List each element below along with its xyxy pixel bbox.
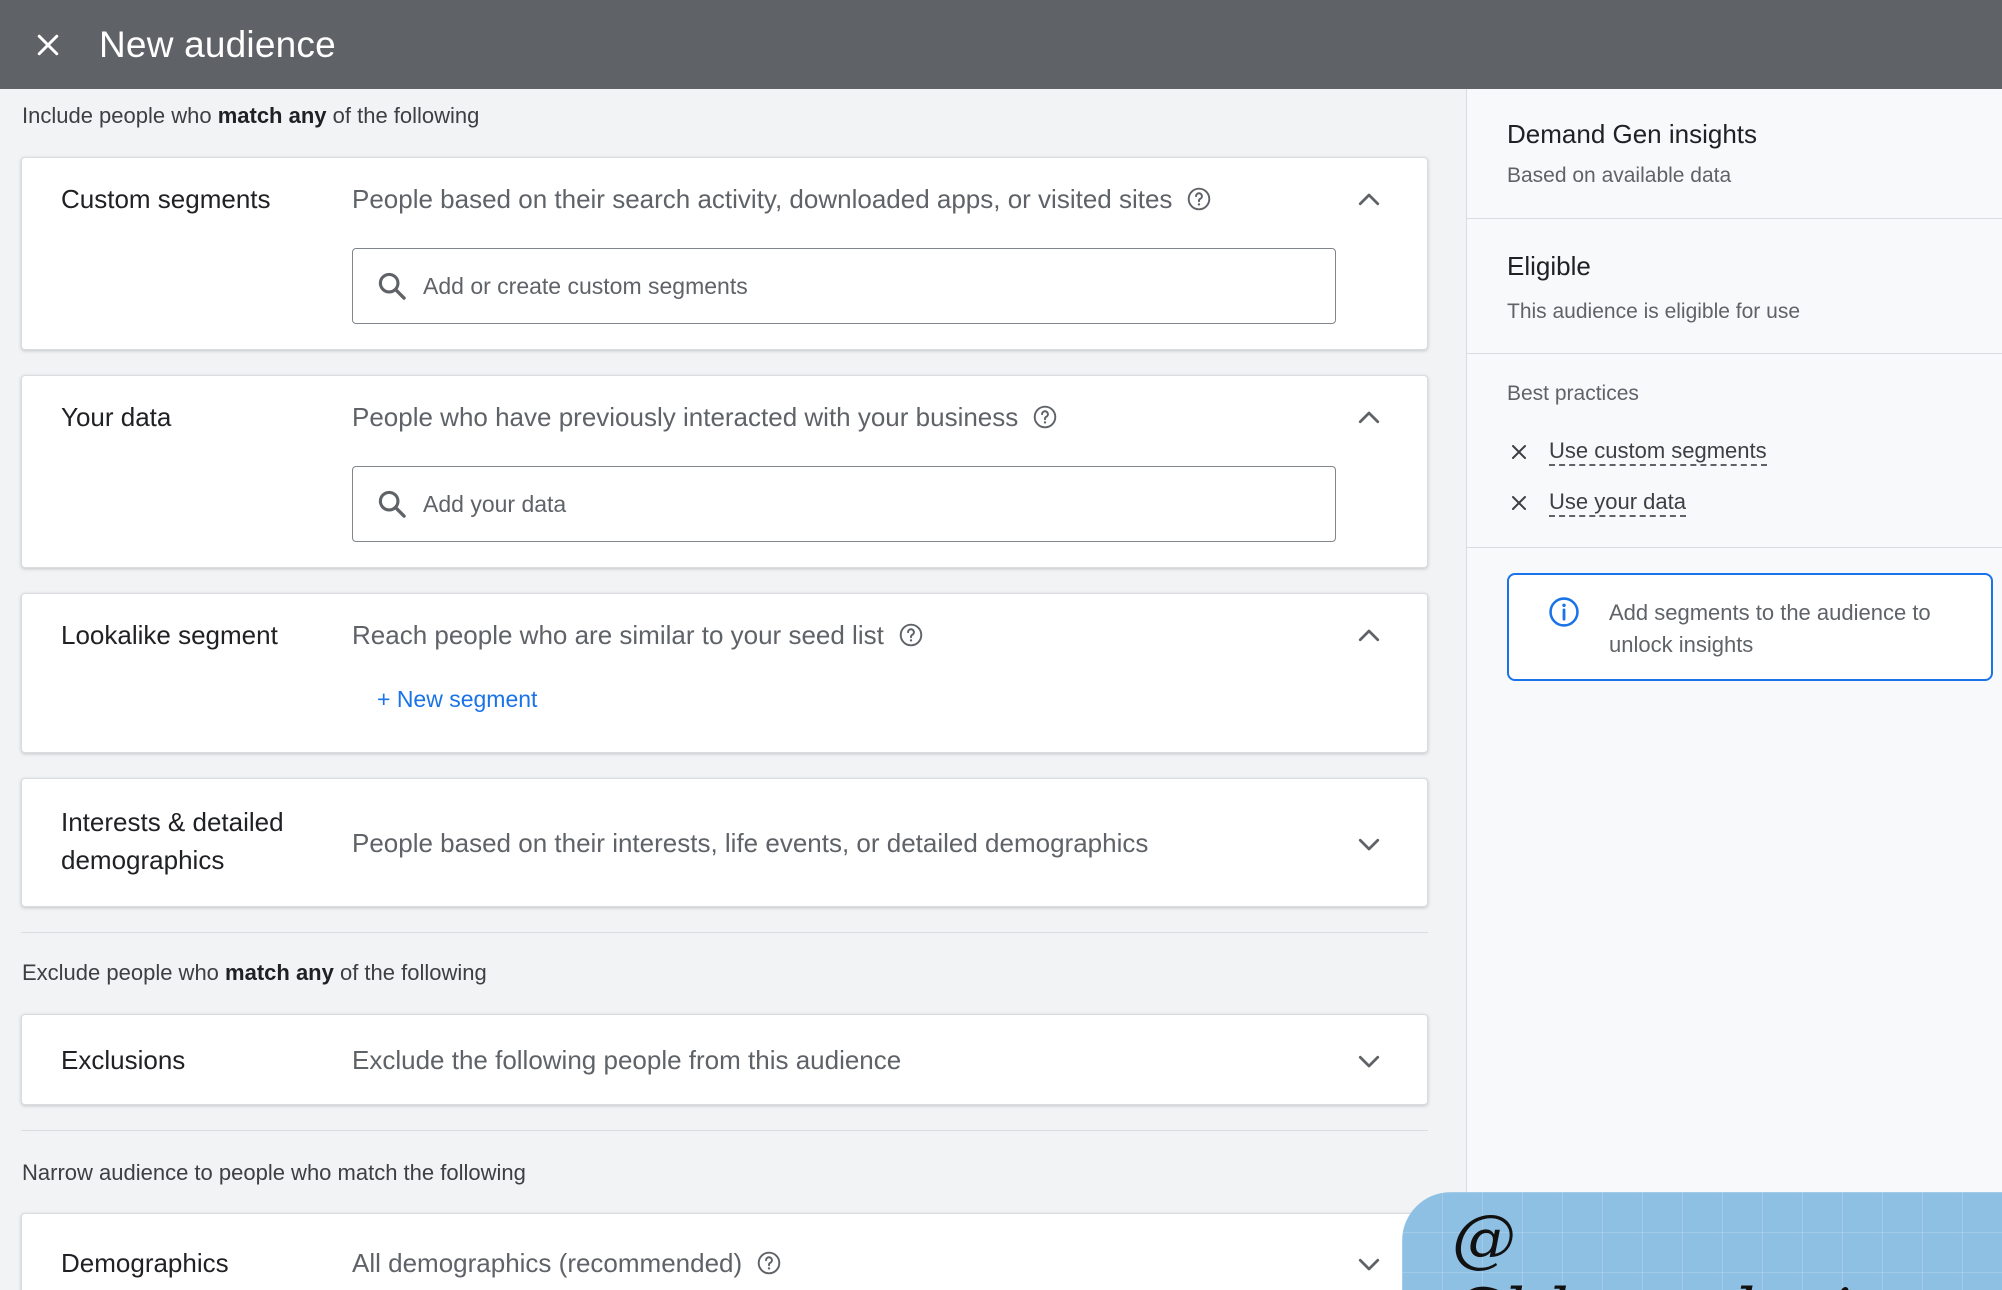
search-icon bbox=[375, 269, 409, 303]
side-divider bbox=[1467, 218, 2002, 219]
demographics-description-text: All demographics (recommended) bbox=[352, 1248, 743, 1278]
chevron-up-icon bbox=[1354, 403, 1384, 433]
search-icon bbox=[375, 487, 409, 521]
lookalike-segment-card: Lookalike segment Reach people who are s… bbox=[21, 593, 1428, 753]
lookalike-segment-description: Reach people who are similar to your see… bbox=[352, 616, 924, 654]
best-practice-item: Use your data bbox=[1507, 489, 1686, 517]
exclusions-description-text: Exclude the following people from this a… bbox=[352, 1045, 902, 1075]
chevron-down-icon bbox=[1354, 1249, 1384, 1279]
watermark: @ Chloevolution bbox=[1402, 1192, 2002, 1290]
your-data-search-input[interactable] bbox=[423, 490, 1303, 518]
custom-segments-search-input[interactable] bbox=[423, 272, 1303, 300]
exclusions-description: Exclude the following people from this a… bbox=[352, 1041, 901, 1079]
interests-description-text: People based on their interests, life ev… bbox=[352, 828, 1149, 858]
include-label-bold: match any bbox=[217, 103, 327, 128]
exclusions-title: Exclusions bbox=[61, 1045, 186, 1075]
include-label-prefix: Include people who bbox=[22, 103, 218, 128]
exclude-label-bold: match any bbox=[225, 960, 334, 985]
use-your-data-link[interactable]: Use your data bbox=[1549, 489, 1686, 517]
top-app-bar: New audience bbox=[0, 0, 2002, 89]
demographics-title: Demographics bbox=[61, 1248, 229, 1278]
your-data-description-text: People who have previously interacted wi… bbox=[352, 402, 1019, 432]
collapse-your-data-button[interactable] bbox=[1349, 398, 1389, 438]
interests-description: People based on their interests, life ev… bbox=[352, 824, 1148, 862]
page-title: New audience bbox=[99, 23, 336, 65]
insights-side-panel: Demand Gen insights Based on available d… bbox=[1466, 89, 2002, 1290]
your-data-card: Your data People who have previously int… bbox=[21, 375, 1428, 568]
interests-card[interactable]: Interests & detailed demographics People… bbox=[21, 778, 1428, 907]
lookalike-segment-title: Lookalike segment bbox=[61, 620, 278, 650]
custom-segments-description: People based on their search activity, d… bbox=[352, 180, 1212, 218]
exclude-label-prefix: Exclude people who bbox=[22, 960, 226, 985]
your-data-description: People who have previously interacted wi… bbox=[352, 398, 1058, 436]
x-icon bbox=[1507, 440, 1531, 464]
side-divider bbox=[1467, 353, 2002, 354]
info-icon bbox=[1547, 595, 1581, 629]
best-practice-item: Use custom segments bbox=[1507, 438, 1767, 466]
interests-title-line2: demographics bbox=[61, 845, 225, 875]
expand-exclusions-button[interactable] bbox=[1349, 1041, 1389, 1081]
collapse-lookalike-button[interactable] bbox=[1349, 616, 1389, 656]
include-label-suffix: of the following bbox=[326, 103, 480, 128]
chevron-down-icon bbox=[1354, 829, 1384, 859]
eligible-title: Eligible bbox=[1507, 251, 1591, 281]
exclude-section-label: Exclude people who match any of the foll… bbox=[22, 960, 487, 986]
custom-segments-search-field[interactable] bbox=[352, 248, 1336, 324]
expand-demographics-button[interactable] bbox=[1349, 1244, 1389, 1284]
lookalike-description-text: Reach people who are similar to your see… bbox=[352, 620, 884, 650]
help-icon[interactable] bbox=[898, 622, 924, 648]
insights-info-box: Add segments to the audience to unlock i… bbox=[1507, 573, 1993, 681]
exclude-label-suffix: of the following bbox=[333, 960, 487, 985]
close-icon bbox=[33, 30, 63, 60]
section-divider bbox=[21, 932, 1428, 933]
interests-title-line1: Interests & detailed bbox=[61, 807, 284, 837]
chevron-down-icon bbox=[1354, 1046, 1384, 1076]
custom-segments-card: Custom segments People based on their se… bbox=[21, 157, 1428, 350]
your-data-title: Your data bbox=[61, 402, 172, 432]
use-custom-segments-link[interactable]: Use custom segments bbox=[1549, 438, 1767, 466]
x-icon bbox=[1507, 491, 1531, 515]
demographics-description: All demographics (recommended) bbox=[352, 1244, 782, 1282]
help-icon[interactable] bbox=[1186, 186, 1212, 212]
close-button[interactable] bbox=[18, 15, 78, 75]
demographics-card[interactable]: Demographics All demographics (recommend… bbox=[21, 1213, 1428, 1290]
section-divider bbox=[21, 1130, 1428, 1131]
help-icon[interactable] bbox=[756, 1250, 782, 1276]
side-divider bbox=[1467, 547, 2002, 548]
custom-segments-description-text: People based on their search activity, d… bbox=[352, 184, 1173, 214]
help-icon[interactable] bbox=[1032, 404, 1058, 430]
audience-builder-main: Include people who match any of the foll… bbox=[0, 89, 1466, 1290]
expand-interests-button[interactable] bbox=[1349, 824, 1389, 864]
chevron-up-icon bbox=[1354, 621, 1384, 651]
collapse-custom-segments-button[interactable] bbox=[1349, 180, 1389, 220]
your-data-search-field[interactable] bbox=[352, 466, 1336, 542]
custom-segments-title: Custom segments bbox=[61, 184, 271, 214]
chevron-up-icon bbox=[1354, 185, 1384, 215]
insights-title: Demand Gen insights bbox=[1507, 119, 1758, 149]
include-section-label: Include people who match any of the foll… bbox=[22, 103, 479, 129]
best-practices-label: Best practices bbox=[1507, 382, 1639, 405]
narrow-section-label: Narrow audience to people who match the … bbox=[22, 1160, 526, 1185]
insights-subtitle: Based on available data bbox=[1507, 164, 1732, 187]
new-segment-button[interactable]: + New segment bbox=[377, 686, 537, 713]
exclusions-card[interactable]: Exclusions Exclude the following people … bbox=[21, 1014, 1428, 1105]
interests-title: Interests & detailed demographics bbox=[61, 803, 284, 879]
eligible-subtitle: This audience is eligible for use bbox=[1507, 300, 1800, 323]
info-text: Add segments to the audience to unlock i… bbox=[1609, 600, 1931, 657]
watermark-text: @ Chloevolution bbox=[1452, 1202, 1937, 1290]
